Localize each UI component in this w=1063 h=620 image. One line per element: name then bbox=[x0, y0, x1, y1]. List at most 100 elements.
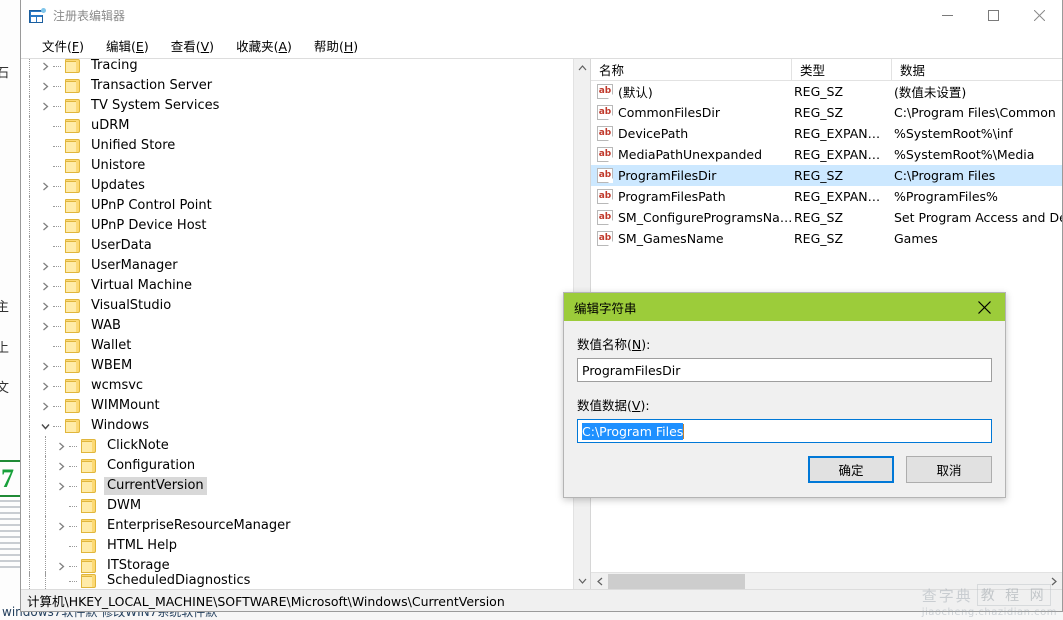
tree-item-label: Transaction Server bbox=[91, 78, 213, 93]
tree-expander-collapsed[interactable] bbox=[37, 378, 53, 394]
tree-item[interactable]: wcmsvc bbox=[21, 376, 573, 396]
tree-expander-collapsed[interactable] bbox=[37, 98, 53, 114]
tree-item[interactable]: DWM bbox=[21, 496, 573, 516]
tree-expander-collapsed[interactable] bbox=[37, 318, 53, 334]
list-scroll-right-button[interactable] bbox=[1045, 573, 1062, 590]
menu-item-a[interactable]: 收藏夹(A) bbox=[225, 33, 303, 58]
folder-icon bbox=[64, 118, 82, 134]
tree-item[interactable]: uDRM bbox=[21, 116, 573, 136]
table-row[interactable]: SM_GamesName REG_SZ Games bbox=[591, 228, 1062, 249]
tree-item[interactable]: UPnP Device Host bbox=[21, 216, 573, 236]
ok-button[interactable]: 确定 bbox=[808, 456, 894, 483]
tree-indent-guide bbox=[21, 176, 37, 196]
value-name-input[interactable]: ProgramFilesDir bbox=[577, 358, 992, 382]
tree-expander-collapsed[interactable] bbox=[37, 258, 53, 274]
tree-item[interactable]: WBEM bbox=[21, 356, 573, 376]
table-row[interactable]: MediaPathUnexpanded REG_EXPAN… %SystemRoot… bbox=[591, 144, 1062, 165]
table-row[interactable]: ProgramFilesPath REG_EXPAN… %ProgramFiles% bbox=[591, 186, 1062, 207]
tree-connector bbox=[69, 558, 80, 574]
tree-expander-placeholder bbox=[37, 138, 53, 154]
menu-item-f[interactable]: 文件(F) bbox=[31, 33, 95, 58]
tree-connector bbox=[53, 59, 64, 74]
tree-item[interactable]: HTML Help bbox=[21, 536, 573, 556]
tree-item[interactable]: TV System Services bbox=[21, 96, 573, 116]
tree-item[interactable]: WAB bbox=[21, 316, 573, 336]
maximize-button[interactable] bbox=[970, 0, 1016, 32]
value-data-input[interactable]: C:\Program Files bbox=[577, 419, 992, 443]
minimize-button[interactable] bbox=[924, 0, 970, 32]
menu-item-label: 收藏夹 bbox=[236, 38, 274, 54]
tree-item[interactable]: UserManager bbox=[21, 256, 573, 276]
folder-icon bbox=[64, 318, 82, 334]
column-header-name[interactable]: 名称 bbox=[591, 59, 792, 80]
tree-item[interactable]: Windows bbox=[21, 416, 573, 436]
tree-item[interactable]: Tracing bbox=[21, 59, 573, 76]
tree-indent-guide bbox=[21, 136, 37, 156]
folder-icon bbox=[64, 398, 82, 414]
tree-expander-collapsed[interactable] bbox=[37, 398, 53, 414]
tree-item-label: UserManager bbox=[91, 258, 178, 273]
dialog-close-button[interactable] bbox=[963, 293, 1005, 321]
list-horizontal-scrollbar[interactable] bbox=[591, 572, 1062, 589]
tree-expander-expanded[interactable] bbox=[37, 418, 53, 434]
tree-expander-collapsed[interactable] bbox=[53, 478, 69, 494]
table-row[interactable]: (默认) REG_SZ (数值未设置) bbox=[591, 81, 1062, 102]
tree-item[interactable]: Configuration bbox=[21, 456, 573, 476]
tree-indent-guide bbox=[37, 476, 53, 496]
tree-item[interactable]: Updates bbox=[21, 176, 573, 196]
menu-item-h[interactable]: 帮助(H) bbox=[303, 33, 369, 58]
tree-item[interactable]: Unistore bbox=[21, 156, 573, 176]
close-icon bbox=[1033, 10, 1045, 21]
folder-icon bbox=[64, 298, 82, 314]
menu-item-e[interactable]: 编辑(E) bbox=[95, 33, 160, 58]
tree-item[interactable]: Wallet bbox=[21, 336, 573, 356]
table-row[interactable]: ProgramFilesDir REG_SZ C:\Program Files bbox=[591, 165, 1062, 186]
menu-item-v[interactable]: 查看(V) bbox=[160, 33, 225, 58]
tree-expander-collapsed[interactable] bbox=[37, 358, 53, 374]
tree-item[interactable]: CurrentVersion bbox=[21, 476, 573, 496]
tree-item[interactable]: WIMMount bbox=[21, 396, 573, 416]
tree-indent-guide bbox=[21, 96, 37, 116]
list-scroll-left-button[interactable] bbox=[591, 573, 608, 590]
list-scroll-track[interactable] bbox=[608, 573, 1045, 590]
dialog-title: 编辑字符串 bbox=[574, 300, 637, 316]
value-name-label: 数值名称(N): bbox=[577, 337, 651, 352]
tree-expander-collapsed[interactable] bbox=[37, 298, 53, 314]
column-header-data[interactable]: 数据 bbox=[892, 59, 1062, 80]
tree-connector bbox=[53, 158, 64, 174]
menu-item-label: 帮助 bbox=[313, 38, 339, 54]
tree-indent-guide bbox=[37, 571, 53, 589]
tree-expander-collapsed[interactable] bbox=[37, 78, 53, 94]
tree-expander-collapsed[interactable] bbox=[37, 178, 53, 194]
tree-indent-guide bbox=[21, 316, 37, 336]
table-row[interactable]: CommonFilesDir REG_SZ C:\Program Files\Com… bbox=[591, 102, 1062, 123]
column-header-type[interactable]: 类型 bbox=[792, 59, 892, 80]
tree-expander-collapsed[interactable] bbox=[53, 438, 69, 454]
tree-item[interactable]: UPnP Control Point bbox=[21, 196, 573, 216]
table-row[interactable]: SM_ConfigureProgramsNa…REG_SZ Set Program… bbox=[591, 207, 1062, 228]
tree-item[interactable]: Unified Store bbox=[21, 136, 573, 156]
background-page-strip: 石 主 上 文 ： ： 7 bbox=[0, 0, 22, 620]
tree-expander-collapsed[interactable] bbox=[53, 558, 69, 574]
tree-item[interactable]: EnterpriseResourceManager bbox=[21, 516, 573, 536]
tree-item[interactable]: ScheduledDiagnostics bbox=[21, 571, 573, 589]
folder-icon bbox=[80, 498, 98, 514]
tree-item[interactable]: Virtual Machine bbox=[21, 276, 573, 296]
tree-expander-collapsed[interactable] bbox=[37, 278, 53, 294]
tree-expander-collapsed[interactable] bbox=[37, 218, 53, 234]
tree-item[interactable]: Transaction Server bbox=[21, 76, 573, 96]
tree-expander-collapsed[interactable] bbox=[53, 458, 69, 474]
tree-scroll-down-button[interactable] bbox=[574, 572, 590, 589]
tree-expander-collapsed[interactable] bbox=[37, 59, 53, 74]
tree-scroll-up-button[interactable] bbox=[574, 59, 590, 76]
tree-item[interactable]: UserData bbox=[21, 236, 573, 256]
tree-expander-collapsed[interactable] bbox=[53, 518, 69, 534]
tree-item[interactable]: VisualStudio bbox=[21, 296, 573, 316]
tree-item[interactable]: ClickNote bbox=[21, 436, 573, 456]
list-scroll-thumb[interactable] bbox=[608, 573, 745, 589]
cancel-button[interactable]: 取消 bbox=[906, 456, 992, 483]
close-button[interactable] bbox=[1016, 0, 1062, 32]
background-char-3: 文 bbox=[0, 381, 10, 396]
table-row[interactable]: DevicePath REG_EXPAN… %SystemRoot%\inf bbox=[591, 123, 1062, 144]
background-char-4: ： bbox=[0, 415, 7, 431]
